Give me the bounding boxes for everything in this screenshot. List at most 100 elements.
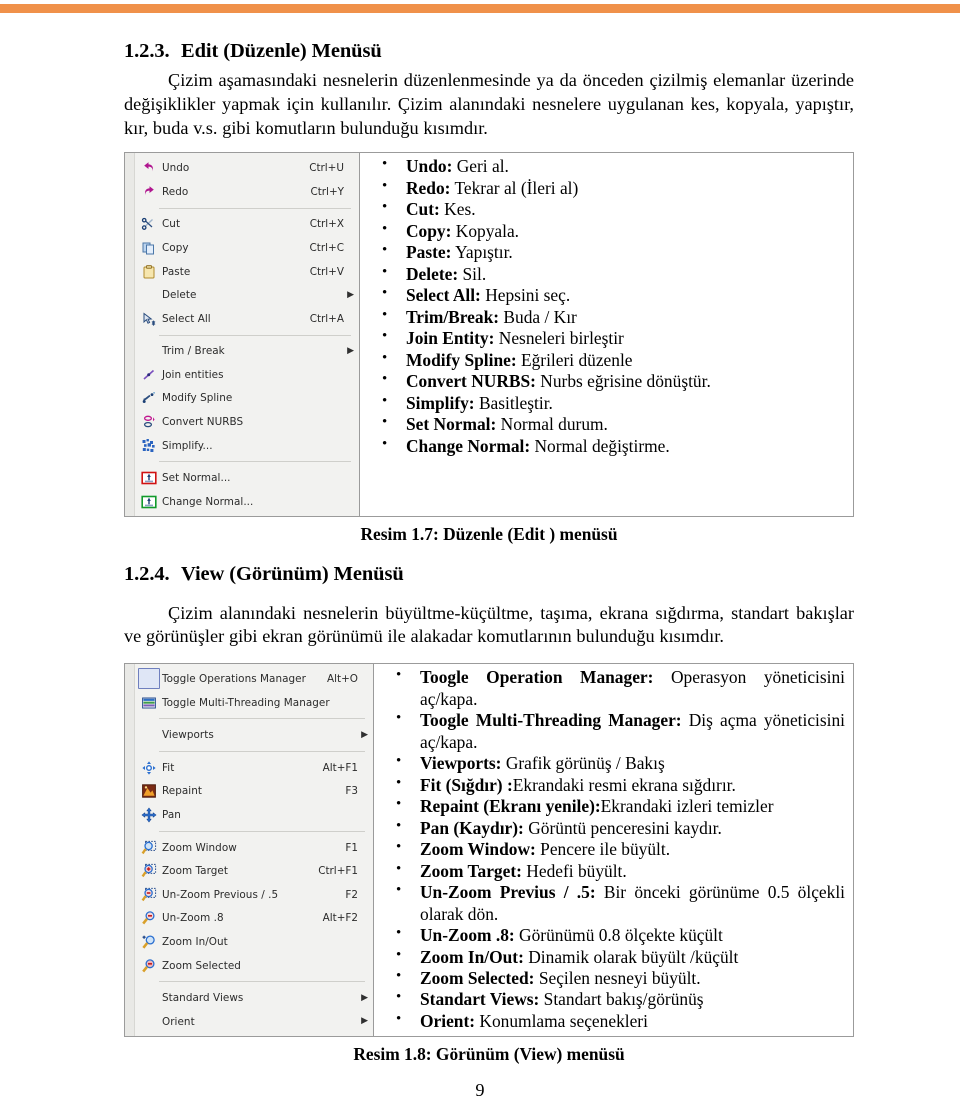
- description-text: Görüntü penceresini kaydır.: [523, 817, 722, 838]
- description-item: Zoom Target: Hedefi büyült.: [374, 860, 845, 882]
- description-item: Pan (Kaydır): Görüntü penceresini kaydır…: [374, 817, 845, 839]
- description-text: Nurbs eğrisine dönüştür.: [535, 371, 711, 392]
- menu-item-label: Copy: [162, 241, 189, 254]
- no-icon-placeholder: [138, 727, 160, 744]
- menu-item-label: Join entities: [162, 368, 224, 381]
- description-item: Undo: Geri al.: [360, 155, 845, 177]
- menu-separator: [159, 334, 351, 336]
- menu-item[interactable]: Fit Alt+F1: [135, 756, 373, 780]
- menu-item[interactable]: Simplify...: [135, 434, 359, 458]
- description-item: Zoom Selected: Seçilen nesneyi büyült.: [374, 967, 845, 989]
- menu-item-shortcut: F3: [345, 785, 358, 798]
- zoom-window-icon: [138, 839, 160, 856]
- zoom-in-out-icon: [138, 933, 160, 950]
- description-term: Zoom Selected:: [420, 968, 535, 988]
- view-description-panel: Toogle Operation Manager: Operasyon yöne…: [374, 663, 854, 1037]
- menu-item-shortcut: Alt+O: [327, 673, 358, 686]
- menu-item-shortcut: Ctrl+Y: [310, 185, 344, 198]
- menu-item-label: Repaint: [162, 785, 203, 798]
- menu-item[interactable]: Repaint F3: [135, 780, 373, 804]
- figure-edit-menu: Undo Ctrl+U Redo Ctrl+Y Cut Ctrl+X Copy Ctrl+C P…: [124, 152, 854, 544]
- description-term: Delete:: [406, 263, 459, 284]
- view-menu-screenshot: Toggle Operations Manager Alt+O Toggle Mul…: [124, 663, 374, 1037]
- description-term: Convert NURBS:: [406, 371, 536, 392]
- menu-item-shortcut: Ctrl+V: [309, 265, 344, 278]
- description-item: Orient: Konumlama seçenekleri: [374, 1010, 845, 1032]
- description-text: Eğrileri düzenle: [516, 349, 633, 370]
- menu-item[interactable]: Modify Spline: [135, 387, 359, 411]
- description-text: Grafik görünüş / Bakış: [501, 753, 665, 774]
- menu-item-label: Undo: [162, 162, 190, 175]
- description-text: Standart bakış/görünüş: [539, 989, 704, 1010]
- menu-item[interactable]: Zoom Selected: [135, 954, 373, 978]
- menu-item[interactable]: Toggle Operations Manager Alt+O: [135, 667, 373, 691]
- menu-item[interactable]: Undo Ctrl+U: [135, 156, 359, 180]
- submenu-arrow-icon: ▶: [347, 345, 354, 356]
- menu-item-label: Pan: [162, 808, 181, 821]
- description-text: Normal durum.: [496, 414, 608, 435]
- description-term: Cut:: [406, 199, 440, 220]
- menu-item[interactable]: Zoom Target Ctrl+F1: [135, 859, 373, 883]
- menu-item[interactable]: Paste Ctrl+V: [135, 260, 359, 284]
- description-item: Fit (Sığdır) :Ekrandaki resmi ekrana sığ…: [374, 774, 845, 796]
- menu-item-label: Toggle Operations Manager: [162, 673, 306, 686]
- menu-item[interactable]: Pan: [135, 803, 373, 827]
- menu-item[interactable]: Un-Zoom .8 Alt+F2: [135, 907, 373, 931]
- menu-item[interactable]: Trim / Break ▶: [135, 340, 359, 364]
- page-content-column: 1.2.3. Edit (Düzenle) Menüsü Çizim aşama…: [124, 40, 854, 1065]
- description-item: Zoom In/Out: Dinamik olarak büyült /küçü…: [374, 945, 845, 968]
- description-item: Toogle Multi-Threading Manager: Diş açma…: [374, 709, 845, 753]
- description-term: Repaint (Ekranı yenile):: [420, 796, 601, 817]
- menu-item[interactable]: Standard Views ▶: [135, 986, 373, 1010]
- section-number: 1.2.4.: [124, 562, 170, 585]
- menu-item[interactable]: Toggle Multi-Threading Manager: [135, 691, 373, 715]
- menu-item[interactable]: Viewports ▶: [135, 723, 373, 747]
- menu-separator: [159, 751, 365, 752]
- description-text: Hepsini seç.: [480, 285, 571, 306]
- description-term: Zoom In/Out:: [420, 946, 524, 967]
- menu-item[interactable]: Zoom In/Out: [135, 930, 373, 954]
- description-text: Buda / Kır: [499, 306, 577, 327]
- menu-item[interactable]: Select All Ctrl+A: [135, 307, 359, 331]
- figure-view-menu: Toggle Operations Manager Alt+O Toggle Mul…: [124, 663, 854, 1064]
- menu-item-label: Zoom In/Out: [162, 935, 228, 948]
- description-text: Dinamik olarak büyült /küçült: [523, 946, 739, 967]
- menu-item-label: Convert NURBS: [162, 416, 244, 429]
- description-item: Delete: Sil.: [360, 263, 845, 285]
- zoom-target-icon: [138, 863, 160, 880]
- menu-item[interactable]: Orient ▶: [135, 1010, 373, 1034]
- menu-separator: [159, 718, 365, 720]
- menu-item[interactable]: Copy Ctrl+C: [135, 236, 359, 260]
- menu-item[interactable]: Convert NURBS: [135, 410, 359, 434]
- description-item: Join Entity: Nesneleri birleştir: [360, 327, 845, 349]
- menu-item-label: Paste: [162, 265, 191, 278]
- cut-icon: [138, 216, 160, 233]
- description-text: Seçilen nesneyi büyült.: [534, 968, 701, 988]
- menu-item-label: Zoom Target: [162, 865, 228, 878]
- menu-item-label: Orient: [162, 1015, 195, 1028]
- description-text: Nesneleri birleştir: [494, 328, 624, 349]
- menu-item-shortcut: Ctrl+F1: [318, 865, 358, 878]
- menu-item[interactable]: Un-Zoom Previous / .5 F2: [135, 883, 373, 907]
- pan-icon: [138, 806, 160, 823]
- description-item: Set Normal: Normal durum.: [360, 413, 845, 435]
- menu-item-label: Un-Zoom Previous / .5: [162, 888, 279, 901]
- description-item: Standart Views: Standart bakış/görünüş: [374, 988, 845, 1010]
- description-term: Trim/Break:: [406, 306, 500, 327]
- menu-item[interactable]: Redo Ctrl+Y: [135, 180, 359, 204]
- menu-item[interactable]: Join entities: [135, 363, 359, 387]
- description-item: Trim/Break: Buda / Kır: [360, 306, 845, 328]
- menu-item[interactable]: Change Normal...: [135, 490, 359, 514]
- menu-item[interactable]: Set Normal...: [135, 466, 359, 490]
- repaint-icon: [138, 783, 160, 800]
- description-term: Zoom Window:: [420, 839, 536, 860]
- edit-menu-screenshot: Undo Ctrl+U Redo Ctrl+Y Cut Ctrl+X Copy Ctrl+C P…: [124, 152, 360, 517]
- menu-item[interactable]: Zoom Window F1: [135, 836, 373, 860]
- description-text: Görünümü 0.8 ölçekte küçült: [514, 925, 723, 946]
- description-term: Zoom Target:: [420, 860, 522, 881]
- description-term: Toogle Multi-Threading Manager:: [420, 710, 682, 731]
- menu-item[interactable]: Delete ▶: [135, 283, 359, 307]
- figure-caption-edit: Resim 1.7: Düzenle (Edit ) menüsü: [360, 523, 618, 544]
- menu-item[interactable]: Cut Ctrl+X: [135, 213, 359, 237]
- undo-icon: [138, 160, 160, 177]
